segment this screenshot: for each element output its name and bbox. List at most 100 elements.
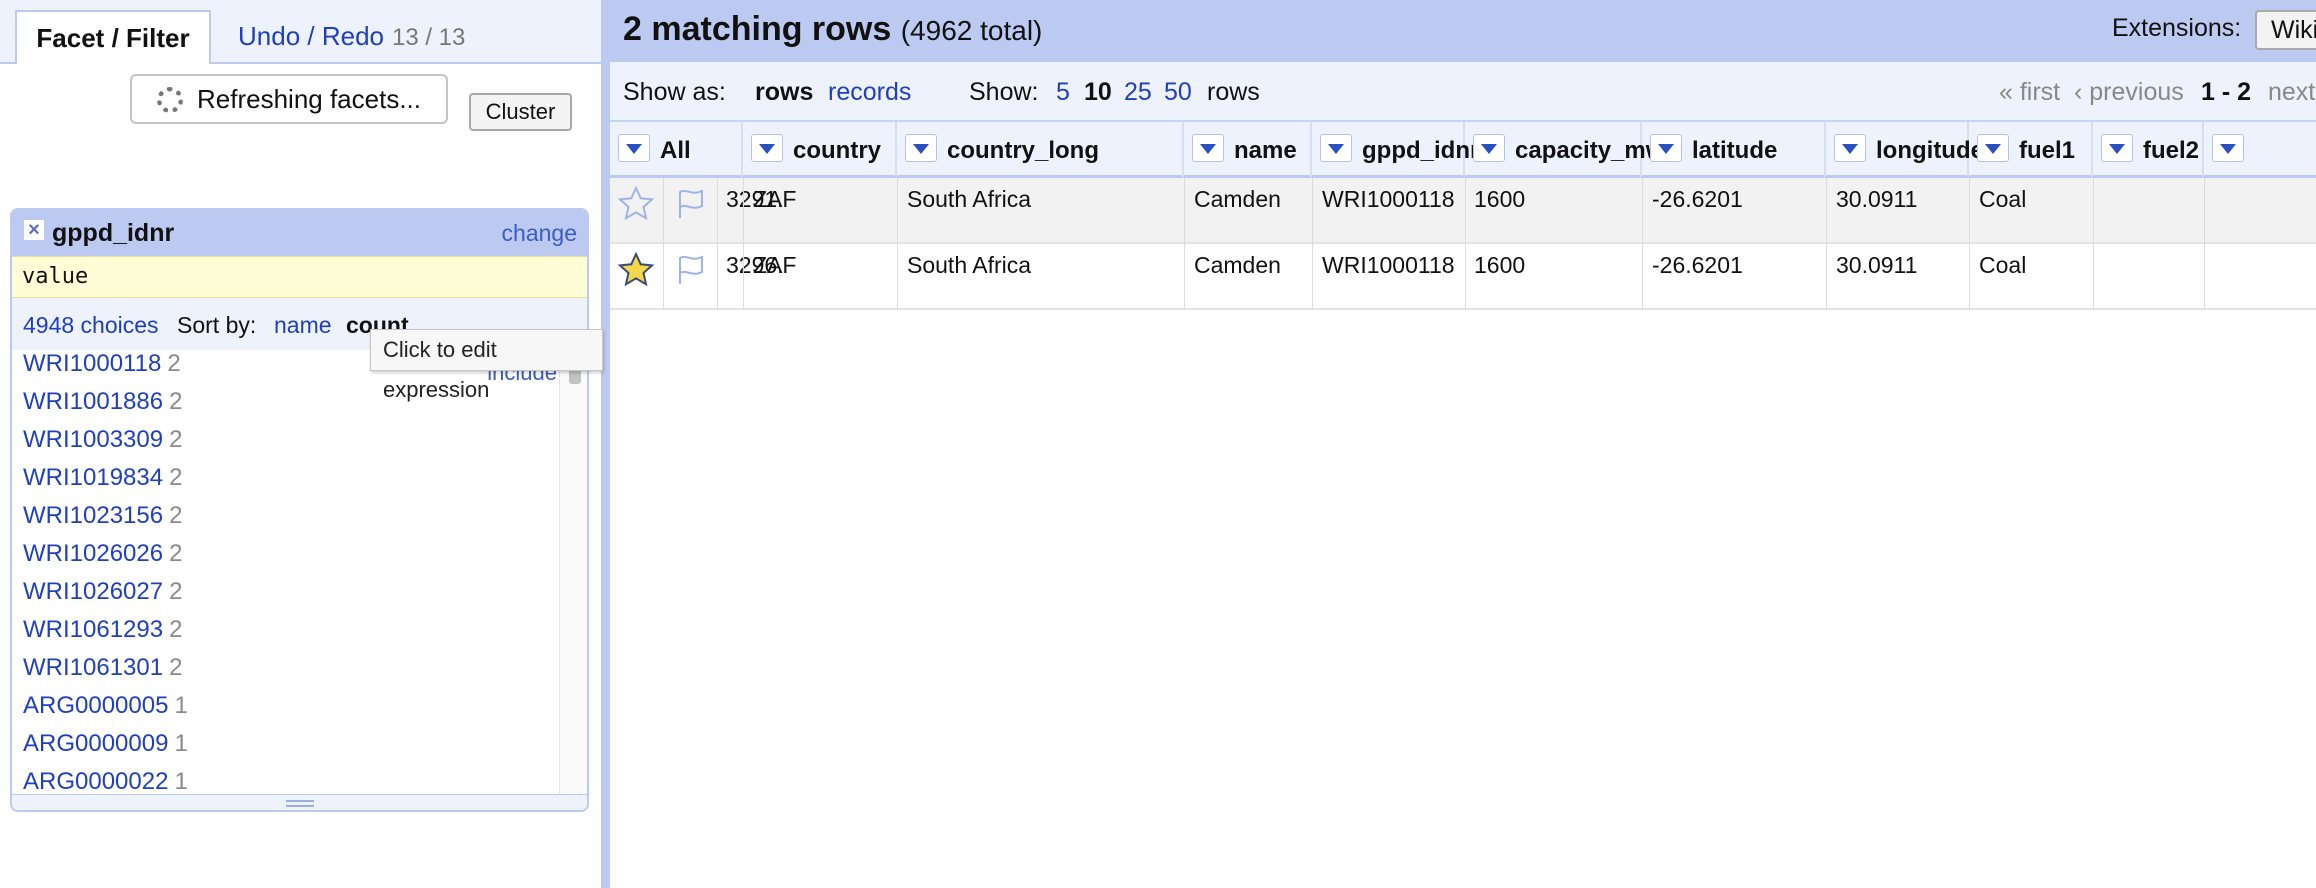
table-cell[interactable]: Camden: [1194, 186, 1281, 213]
page-size-50[interactable]: 50: [1164, 78, 1192, 107]
column-menu-dropdown-icon[interactable]: [618, 134, 650, 162]
facet-choice-count: 2: [169, 502, 183, 529]
table-cell[interactable]: South Africa: [907, 252, 1031, 279]
facet-choice-name[interactable]: WRI1003309: [23, 426, 163, 453]
facet-choice[interactable]: WRI1026026 2: [23, 540, 182, 578]
star-icon[interactable]: [616, 184, 656, 224]
facet-choice[interactable]: WRI1000118 2: [23, 350, 181, 388]
facet-choice-name[interactable]: WRI1000118: [23, 350, 161, 377]
facet-choice[interactable]: WRI1001886 2: [23, 388, 182, 426]
facet-choice[interactable]: WRI1019834 2: [23, 464, 182, 502]
panel-divider[interactable]: [601, 0, 610, 888]
column-menu-dropdown-icon[interactable]: [751, 134, 783, 162]
table-cell[interactable]: Camden: [1194, 252, 1281, 279]
facet-scrollbar[interactable]: [559, 350, 587, 794]
column-menu-dropdown-icon[interactable]: [905, 134, 937, 162]
facet-choice-count: 2: [167, 350, 181, 377]
grid-line: [1826, 178, 1827, 310]
facet-choice-name[interactable]: WRI1061293: [23, 616, 163, 643]
column-menu-dropdown-icon[interactable]: [1320, 134, 1352, 162]
facet-expression[interactable]: value: [12, 256, 587, 298]
table-cell[interactable]: 1600: [1474, 186, 1525, 213]
page-size-25[interactable]: 25: [1124, 78, 1152, 107]
facet-choice-count: 1: [174, 730, 188, 757]
flag-icon[interactable]: [670, 184, 710, 224]
wikidata-extension-button[interactable]: Wiki: [2255, 10, 2316, 50]
column-menu-dropdown-icon[interactable]: [1473, 134, 1505, 162]
left-tabs-bar: Facet / Filter Undo / Redo 13 / 13: [0, 0, 603, 64]
table-cell[interactable]: ZAF: [753, 186, 796, 213]
cluster-button[interactable]: Cluster: [469, 93, 572, 131]
table-cell[interactable]: 1600: [1474, 252, 1525, 279]
next-page-link[interactable]: next: [2268, 78, 2315, 107]
facet-choices-count[interactable]: 4948 choices: [23, 312, 159, 339]
facet-choice[interactable]: WRI1023156 2: [23, 502, 182, 540]
facet-resize-handle[interactable]: [12, 794, 587, 810]
column-menu-dropdown-icon[interactable]: [1977, 134, 2009, 162]
facet-choice[interactable]: WRI1003309 2: [23, 426, 182, 464]
table-cell[interactable]: -26.6201: [1652, 252, 1743, 279]
facet-choice-name[interactable]: WRI1023156: [23, 502, 163, 529]
facet-choice-name[interactable]: ARG0000022: [23, 768, 168, 794]
facet-choice-name[interactable]: WRI1019834: [23, 464, 163, 491]
facet-choice-count: 2: [169, 654, 183, 681]
column-header-name: name: [1184, 122, 1312, 177]
grid-line: [1312, 178, 1313, 310]
first-page-link[interactable]: « first: [1999, 78, 2060, 107]
table-cell[interactable]: WRI1000118: [1322, 252, 1455, 279]
column-menu-dropdown-icon[interactable]: [2212, 134, 2244, 162]
grid-header: All country country_long name gppd_idnr capac…: [610, 120, 2316, 178]
star-icon[interactable]: [616, 250, 656, 290]
column-header-all: All: [610, 122, 743, 177]
table-cell[interactable]: South Africa: [907, 186, 1031, 213]
column-menu-dropdown-icon[interactable]: [2101, 134, 2133, 162]
spinner-icon: [157, 87, 183, 113]
grid-line: [2204, 178, 2205, 310]
table-cell[interactable]: 30.0911: [1836, 252, 1917, 279]
undo-counts: 13 / 13: [391, 24, 466, 51]
column-header-longitude: longitude: [1826, 122, 1984, 177]
table-cell[interactable]: 30.0911: [1836, 186, 1917, 213]
sort-by-name-link[interactable]: name: [274, 312, 332, 339]
page-size-10: 10: [1084, 78, 1112, 106]
column-title: fuel1: [2019, 137, 2076, 164]
facet-choice-name[interactable]: ARG0000009: [23, 730, 168, 757]
refreshing-facets-button[interactable]: Refreshing facets...: [130, 74, 448, 124]
table-cell[interactable]: Coal: [1979, 186, 2026, 213]
grid-line: [1642, 178, 1643, 310]
facet-choice-name[interactable]: WRI1026026: [23, 540, 163, 567]
tab-facet-filter[interactable]: Facet / Filter: [15, 10, 211, 64]
table-cell[interactable]: -26.6201: [1652, 186, 1743, 213]
column-menu-dropdown-icon[interactable]: [1650, 134, 1682, 162]
facet-choice-name[interactable]: WRI1001886: [23, 388, 163, 415]
facet-choice[interactable]: WRI1026027 2: [23, 578, 182, 616]
facet-change-link[interactable]: change: [502, 220, 577, 247]
right-panel: 2 matching rows (4962 total) Extensions:…: [610, 0, 2316, 888]
facet-choice-name[interactable]: WRI1026027: [23, 578, 163, 605]
previous-page-link[interactable]: ‹ previous: [2074, 78, 2184, 107]
close-icon[interactable]: ×: [24, 220, 44, 240]
tab-undo-redo[interactable]: Undo / Redo 13 / 13: [238, 10, 465, 62]
facet-choice[interactable]: ARG0000022 1: [23, 768, 188, 794]
facet-choice-count: 2: [169, 540, 183, 567]
column-menu-dropdown-icon[interactable]: [1834, 134, 1866, 162]
table-cell[interactable]: WRI1000118: [1322, 186, 1455, 213]
grid-line: [897, 178, 898, 310]
page-range: 1 - 2: [2201, 78, 2252, 106]
page-size-5[interactable]: 5: [1056, 78, 1070, 107]
table-cell[interactable]: Coal: [1979, 252, 2026, 279]
facet-choice[interactable]: WRI1061293 2: [23, 616, 182, 654]
show-as-records-link[interactable]: records: [828, 78, 911, 107]
refresh-label: Refreshing facets...: [197, 84, 421, 114]
table-cell[interactable]: ZAF: [753, 252, 796, 279]
table-row: 3296. ZAF South Africa Camden WRI1000118 1600…: [610, 244, 2316, 310]
facet-choice-name[interactable]: ARG0000005: [23, 692, 168, 719]
facet-choice-name[interactable]: WRI1061301: [23, 654, 163, 681]
facet-choice[interactable]: ARG0000009 1: [23, 730, 188, 768]
table-row: 3291. ZAF South Africa Camden WRI1000118 1600…: [610, 178, 2316, 244]
facet-choice[interactable]: ARG0000005 1: [23, 692, 188, 730]
facet-choice[interactable]: WRI1061301 2: [23, 654, 182, 692]
grip-icon: [286, 800, 314, 807]
column-menu-dropdown-icon[interactable]: [1192, 134, 1224, 162]
flag-icon[interactable]: [670, 250, 710, 290]
